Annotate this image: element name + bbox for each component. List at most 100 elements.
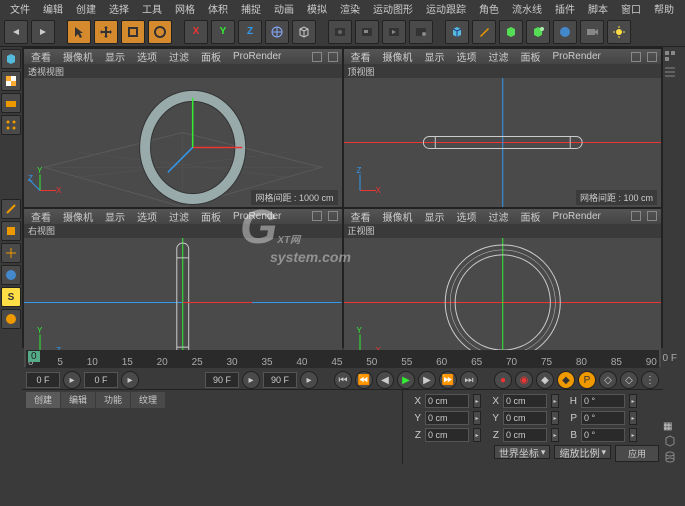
point-mode-button[interactable] bbox=[1, 115, 21, 135]
max-icon[interactable] bbox=[328, 52, 338, 62]
menu-mograph[interactable]: 运动图形 bbox=[367, 1, 419, 16]
menu-character[interactable]: 角色 bbox=[473, 1, 505, 16]
frame-step[interactable]: ▸ bbox=[300, 371, 318, 389]
stepper[interactable]: ▸ bbox=[473, 411, 481, 425]
tab-function[interactable]: 功能 bbox=[96, 392, 130, 408]
pos-x-input[interactable] bbox=[425, 394, 469, 408]
workplane-button[interactable] bbox=[1, 93, 21, 113]
viewport-top[interactable]: 查看摄像机显示选项过滤面板ProRender 顶视图 X Z bbox=[344, 49, 662, 207]
key-rot-button[interactable]: ◇ bbox=[599, 371, 617, 389]
axis-y-button[interactable]: Y bbox=[211, 20, 235, 44]
light-button[interactable] bbox=[607, 20, 631, 44]
render-region-button[interactable] bbox=[355, 20, 379, 44]
menu-mesh[interactable]: 网格 bbox=[169, 1, 201, 16]
vp-menu-view[interactable]: 查看 bbox=[28, 49, 54, 64]
pos-z-input[interactable] bbox=[425, 428, 469, 442]
texture-mode-button[interactable] bbox=[1, 71, 21, 91]
viewport-front[interactable]: 查看摄像机显示选项过滤面板ProRender 正视图 X bbox=[344, 209, 662, 367]
stepper[interactable]: ▸ bbox=[551, 428, 559, 442]
camera-button[interactable] bbox=[580, 20, 604, 44]
render-button[interactable] bbox=[328, 20, 352, 44]
scale-mode-dropdown[interactable]: 缩放比例 ▾ bbox=[554, 445, 611, 459]
polygon-mode-button[interactable] bbox=[1, 221, 21, 241]
menu-tracker[interactable]: 运动跟踪 bbox=[420, 1, 472, 16]
menu-select[interactable]: 选择 bbox=[103, 1, 135, 16]
size-x-input[interactable] bbox=[503, 394, 547, 408]
frame-end-input[interactable] bbox=[205, 372, 239, 388]
apply-button[interactable]: 应用 bbox=[615, 445, 659, 462]
max-icon[interactable] bbox=[647, 211, 657, 221]
object-manager-button[interactable] bbox=[663, 49, 685, 63]
grid-icon[interactable] bbox=[312, 52, 322, 62]
next-frame-button[interactable]: ▶ bbox=[418, 371, 436, 389]
vp-menu-filter[interactable]: 过滤 bbox=[166, 49, 192, 64]
redo-button[interactable] bbox=[31, 20, 55, 44]
tab-edit[interactable]: 编辑 bbox=[61, 392, 95, 408]
menu-edit[interactable]: 编辑 bbox=[37, 1, 69, 16]
move-tool[interactable] bbox=[94, 20, 118, 44]
wireframe-cube-button[interactable] bbox=[292, 20, 316, 44]
frame-total-input[interactable] bbox=[263, 372, 297, 388]
menu-render[interactable]: 渲染 bbox=[334, 1, 366, 16]
menu-volume[interactable]: 体积 bbox=[202, 1, 234, 16]
soft-select-button[interactable] bbox=[1, 309, 21, 329]
goto-start-button[interactable]: ⏮ bbox=[334, 371, 352, 389]
size-y-input[interactable] bbox=[503, 411, 547, 425]
render-pv-button[interactable] bbox=[382, 20, 406, 44]
timeline-ruler[interactable]: 0 051015202530354045505560657075808590 0… bbox=[26, 350, 659, 368]
frame-start-input[interactable] bbox=[26, 372, 60, 388]
stepper[interactable]: ▸ bbox=[551, 394, 559, 408]
enable-axis-button[interactable] bbox=[1, 265, 21, 285]
next-key-button[interactable]: ⏩ bbox=[439, 371, 457, 389]
max-icon[interactable] bbox=[647, 52, 657, 62]
menu-file[interactable]: 文件 bbox=[4, 1, 36, 16]
menu-window[interactable]: 窗口 bbox=[615, 1, 647, 16]
menu-pipeline[interactable]: 流水线 bbox=[506, 1, 548, 16]
coord-space-button[interactable] bbox=[265, 20, 289, 44]
frame-step[interactable]: ▸ bbox=[63, 371, 81, 389]
vp-menu-prorender[interactable]: ProRender bbox=[230, 51, 284, 62]
stepper[interactable]: ▸ bbox=[629, 394, 637, 408]
select-tool[interactable] bbox=[67, 20, 91, 44]
prev-frame-button[interactable]: ◀ bbox=[376, 371, 394, 389]
prev-key-button[interactable]: ⏪ bbox=[355, 371, 373, 389]
vp-menu-panel[interactable]: 面板 bbox=[198, 49, 224, 64]
primitive-cube-button[interactable] bbox=[445, 20, 469, 44]
frame-step[interactable]: ▸ bbox=[242, 371, 260, 389]
menu-script[interactable]: 脚本 bbox=[582, 1, 614, 16]
stepper[interactable]: ▸ bbox=[473, 394, 481, 408]
hatch-icon[interactable]: ▦ bbox=[663, 421, 685, 432]
rotate-tool[interactable] bbox=[148, 20, 172, 44]
record-button[interactable]: ● bbox=[494, 371, 512, 389]
menu-snap[interactable]: 捕捉 bbox=[235, 1, 267, 16]
rot-p-input[interactable] bbox=[581, 411, 625, 425]
frame-current-input[interactable] bbox=[84, 372, 118, 388]
scale-tool[interactable] bbox=[121, 20, 145, 44]
viewport-perspective[interactable]: 查看 摄像机 显示 选项 过滤 面板 ProRender 透视视图 bbox=[24, 49, 342, 207]
deformer-button[interactable] bbox=[526, 20, 550, 44]
key-filter-button[interactable]: ⋮ bbox=[641, 371, 659, 389]
autokey-button[interactable]: ◉ bbox=[515, 371, 533, 389]
snap-button[interactable]: S bbox=[1, 287, 21, 307]
vp-menu-display[interactable]: 显示 bbox=[102, 49, 128, 64]
undo-button[interactable] bbox=[4, 20, 28, 44]
stepper[interactable]: ▸ bbox=[629, 428, 637, 442]
frame-step[interactable]: ▸ bbox=[121, 371, 139, 389]
stepper[interactable]: ▸ bbox=[473, 428, 481, 442]
generator-button[interactable] bbox=[499, 20, 523, 44]
menu-create[interactable]: 创建 bbox=[70, 1, 102, 16]
axis-x-button[interactable]: X bbox=[184, 20, 208, 44]
cylinder-icon[interactable] bbox=[663, 450, 685, 464]
viewport-canvas[interactable]: X Y 网格间距 : 100 cm bbox=[344, 238, 662, 367]
environment-button[interactable] bbox=[553, 20, 577, 44]
render-settings-button[interactable] bbox=[409, 20, 433, 44]
pos-y-input[interactable] bbox=[425, 411, 469, 425]
tab-texture[interactable]: 纹理 bbox=[131, 392, 165, 408]
grid-icon[interactable] bbox=[631, 211, 641, 221]
stepper[interactable]: ▸ bbox=[629, 411, 637, 425]
grid-icon[interactable] bbox=[631, 52, 641, 62]
rot-h-input[interactable] bbox=[581, 394, 625, 408]
viewport-right[interactable]: 查看摄像机显示选项过滤面板ProRender 右视图 Z bbox=[24, 209, 342, 367]
key-param-button[interactable]: ◇ bbox=[620, 371, 638, 389]
viewport-canvas[interactable]: X Y Z 网格间距 : 1000 cm bbox=[24, 78, 342, 207]
